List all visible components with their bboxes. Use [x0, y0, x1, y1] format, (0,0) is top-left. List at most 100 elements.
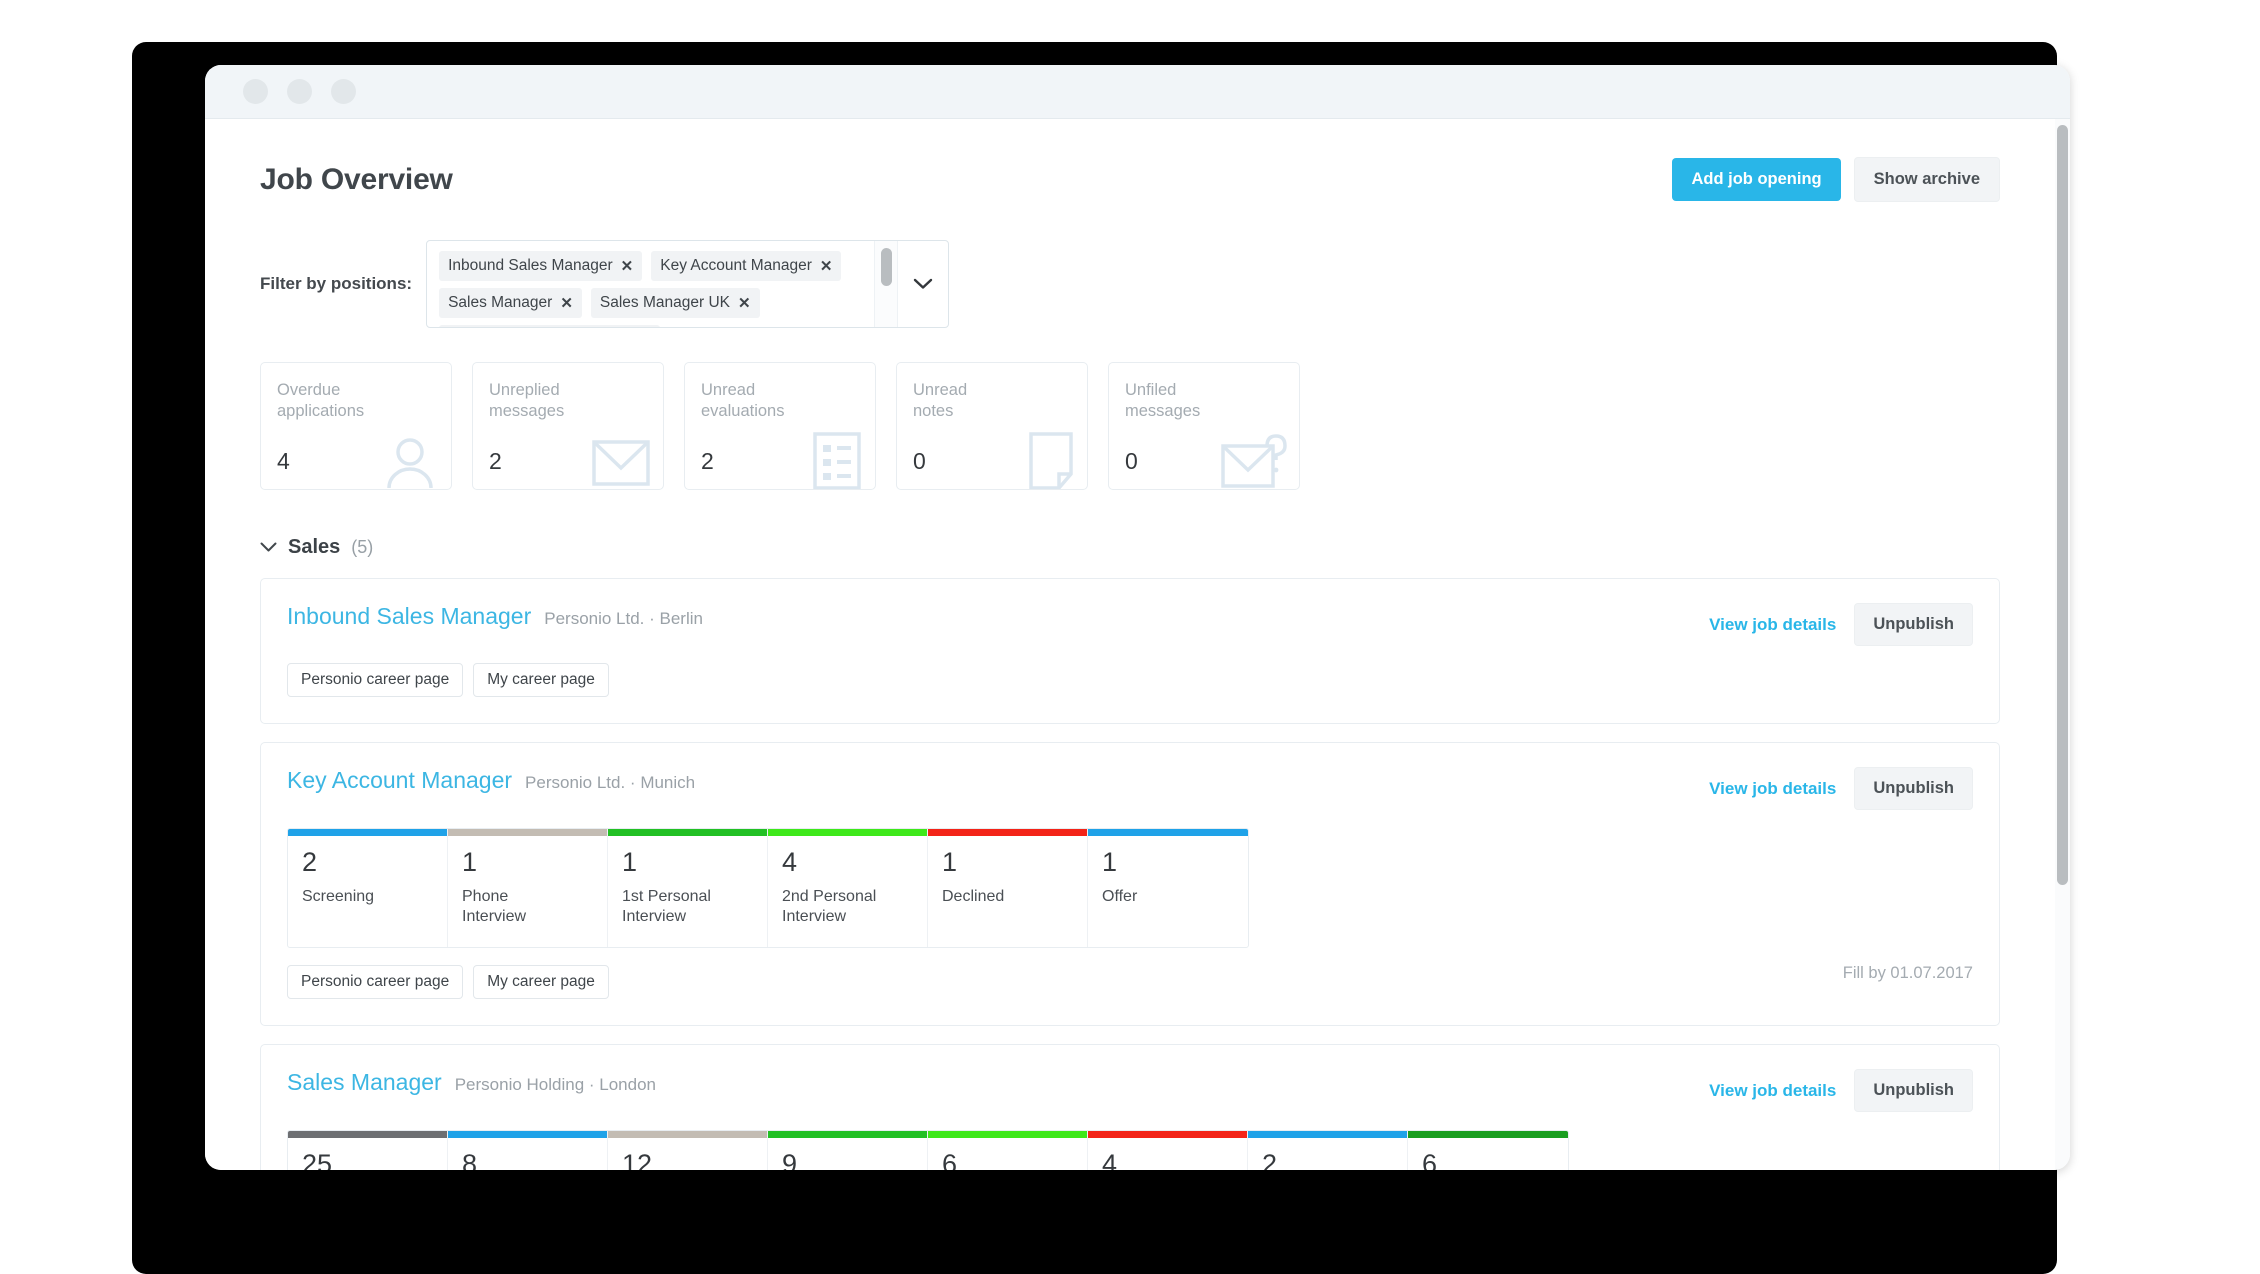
- stat-card-unreplied-messages[interactable]: Unreplied messages 2: [472, 362, 664, 490]
- envelope-icon: [591, 436, 651, 489]
- close-icon[interactable]: ✕: [621, 257, 634, 275]
- unpublish-button[interactable]: Unpublish: [1854, 1069, 1973, 1112]
- chevron-down-icon[interactable]: [260, 542, 277, 553]
- close-icon[interactable]: ✕: [738, 294, 751, 312]
- stat-card-value: 0: [913, 448, 926, 474]
- close-icon[interactable]: ✕: [560, 294, 573, 312]
- pipeline-stage[interactable]: 1 Phone Interview: [448, 829, 608, 947]
- stage-color-bar: [608, 1131, 767, 1138]
- job-identity: Key Account Manager Personio Ltd. · Muni…: [287, 767, 695, 794]
- show-archive-button[interactable]: Show archive: [1853, 157, 2000, 202]
- pipeline-stage[interactable]: 2 Screening: [288, 829, 448, 947]
- list-icon: [811, 432, 863, 489]
- filter-scrollbar[interactable]: [874, 241, 899, 327]
- pipeline-stage[interactable]: 4 Rejected: [1088, 1131, 1248, 1170]
- job-title-link[interactable]: Sales Manager: [287, 1069, 442, 1096]
- stat-card-label: Unreplied messages: [489, 381, 565, 420]
- pipeline-stage[interactable]: 1 1st Personal Interview: [608, 829, 768, 947]
- unpublish-button[interactable]: Unpublish: [1854, 767, 1973, 810]
- note-icon: [1027, 432, 1075, 489]
- filter-chip-label: Key Account Manager: [660, 256, 812, 274]
- filter-scrollbar-thumb[interactable]: [881, 248, 893, 286]
- filter-chip[interactable]: Inbound Sales Manager ✕: [439, 251, 643, 281]
- browser-window: Job Overview Add job opening Show archiv…: [205, 65, 2070, 1170]
- job-card: Sales Manager Personio Holding · London …: [260, 1044, 2000, 1170]
- chevron-down-icon: [913, 278, 933, 289]
- stat-card-value: 2: [489, 448, 502, 474]
- job-title-link[interactable]: Key Account Manager: [287, 767, 512, 794]
- filter-chip[interactable]: Sales Manager ✕: [439, 288, 582, 318]
- filter-chip-label: Sales Manager UK: [599, 293, 730, 311]
- application-pipeline: 25 Unassigned 8 Screening 12 Phone Inter…: [287, 1130, 1569, 1170]
- job-actions: View job details Unpublish: [1709, 767, 1973, 810]
- pipeline-stage[interactable]: 6 Accepted: [1408, 1131, 1568, 1170]
- job-identity: Inbound Sales Manager Personio Ltd. · Be…: [287, 603, 703, 630]
- stage-color-bar: [1088, 1131, 1247, 1138]
- stage-color-bar: [768, 829, 927, 836]
- header-actions: Add job opening Show archive: [1672, 157, 2000, 202]
- application-pipeline: 2 Screening 1 Phone Interview 1 1st Pers…: [287, 828, 1249, 948]
- pipeline-stage[interactable]: 6 2nd Personal Interview: [928, 1131, 1088, 1170]
- stage-count: 1: [1102, 847, 1118, 877]
- job-group-header[interactable]: Sales (5): [205, 490, 2055, 559]
- job-company-location: Personio Ltd. · Berlin: [544, 609, 703, 628]
- stage-count: 25: [302, 1149, 333, 1171]
- window-close-dot[interactable]: [243, 79, 268, 104]
- pipeline-stage[interactable]: 25 Unassigned: [288, 1131, 448, 1170]
- stage-count: 4: [782, 847, 798, 877]
- personio-career-page-tag[interactable]: Personio career page: [287, 663, 464, 697]
- filter-chip[interactable]: Key Account Manager ✕: [651, 251, 842, 281]
- filter-chips-area[interactable]: Inbound Sales Manager ✕ Key Account Mana…: [427, 241, 874, 327]
- view-job-details-link[interactable]: View job details: [1709, 779, 1836, 799]
- page-scrollbar[interactable]: [2055, 119, 2070, 1170]
- stage-count: 6: [1422, 1149, 1438, 1171]
- view-job-details-link[interactable]: View job details: [1709, 1081, 1836, 1101]
- close-icon[interactable]: ✕: [820, 257, 833, 275]
- stage-color-bar: [768, 1131, 927, 1138]
- add-job-opening-button[interactable]: Add job opening: [1672, 158, 1841, 201]
- filter-chip[interactable]: Sales Manager UK ✕: [590, 288, 760, 318]
- stage-count: 9: [782, 1149, 798, 1171]
- pipeline-stage[interactable]: 1 Offer: [1088, 829, 1248, 947]
- job-company-location: Personio Ltd. · Munich: [525, 773, 696, 792]
- stage-color-bar: [448, 829, 607, 836]
- view-job-details-link[interactable]: View job details: [1709, 615, 1836, 635]
- personio-career-page-tag[interactable]: Personio career page: [287, 965, 464, 999]
- pipeline-stage[interactable]: 2 Offer: [1248, 1131, 1408, 1170]
- stat-card-unfiled-messages[interactable]: Unfiled messages 0: [1108, 362, 1300, 490]
- person-icon: [381, 432, 439, 489]
- position-filter-control[interactable]: Inbound Sales Manager ✕ Key Account Mana…: [426, 240, 950, 328]
- my-career-page-tag[interactable]: My career page: [473, 965, 609, 999]
- page-content: Job Overview Add job opening Show archiv…: [205, 119, 2055, 1170]
- unpublish-button[interactable]: Unpublish: [1854, 603, 1973, 646]
- stat-card-unread-evaluations[interactable]: Unread evaluations 2: [684, 362, 876, 490]
- stage-color-bar: [1248, 1131, 1407, 1138]
- stat-card-value: 4: [277, 448, 290, 474]
- window-maximize-dot[interactable]: [331, 79, 356, 104]
- filter-label: Filter by positions:: [260, 274, 413, 293]
- page-scrollbar-thumb[interactable]: [2057, 125, 2068, 885]
- stage-color-bar: [448, 1131, 607, 1138]
- filter-dropdown-toggle[interactable]: [898, 241, 948, 327]
- stage-count: 1: [462, 847, 478, 877]
- job-company-location: Personio Holding · London: [454, 1075, 657, 1094]
- my-career-page-tag[interactable]: My career page: [473, 663, 609, 697]
- job-group-count: (5): [351, 537, 374, 557]
- job-card: Inbound Sales Manager Personio Ltd. · Be…: [260, 578, 2000, 724]
- pipeline-stage[interactable]: 1 Declined: [928, 829, 1088, 947]
- stage-name: Declined: [942, 888, 1005, 905]
- page-title: Job Overview: [260, 162, 453, 196]
- stat-card-unread-notes[interactable]: Unread notes 0: [896, 362, 1088, 490]
- job-title-link[interactable]: Inbound Sales Manager: [287, 603, 531, 630]
- filter-chip[interactable]: Senior Marketing Manager ✕: [439, 325, 661, 327]
- pipeline-stage[interactable]: 9 1st Personal Interview: [768, 1131, 928, 1170]
- stat-card-overdue-applications[interactable]: Overdue applications 4: [260, 362, 452, 490]
- stage-count: 8: [462, 1149, 478, 1171]
- pipeline-stage[interactable]: 8 Screening: [448, 1131, 608, 1170]
- pipeline-stage[interactable]: 4 2nd Personal Interview: [768, 829, 928, 947]
- page-header: Job Overview Add job opening Show archiv…: [205, 119, 2055, 202]
- pipeline-stage[interactable]: 12 Phone Interview: [608, 1131, 768, 1170]
- career-page-tags: Personio career page My career page: [287, 965, 609, 999]
- window-minimize-dot[interactable]: [287, 79, 312, 104]
- filter-chip-label: Sales Manager: [448, 293, 553, 311]
